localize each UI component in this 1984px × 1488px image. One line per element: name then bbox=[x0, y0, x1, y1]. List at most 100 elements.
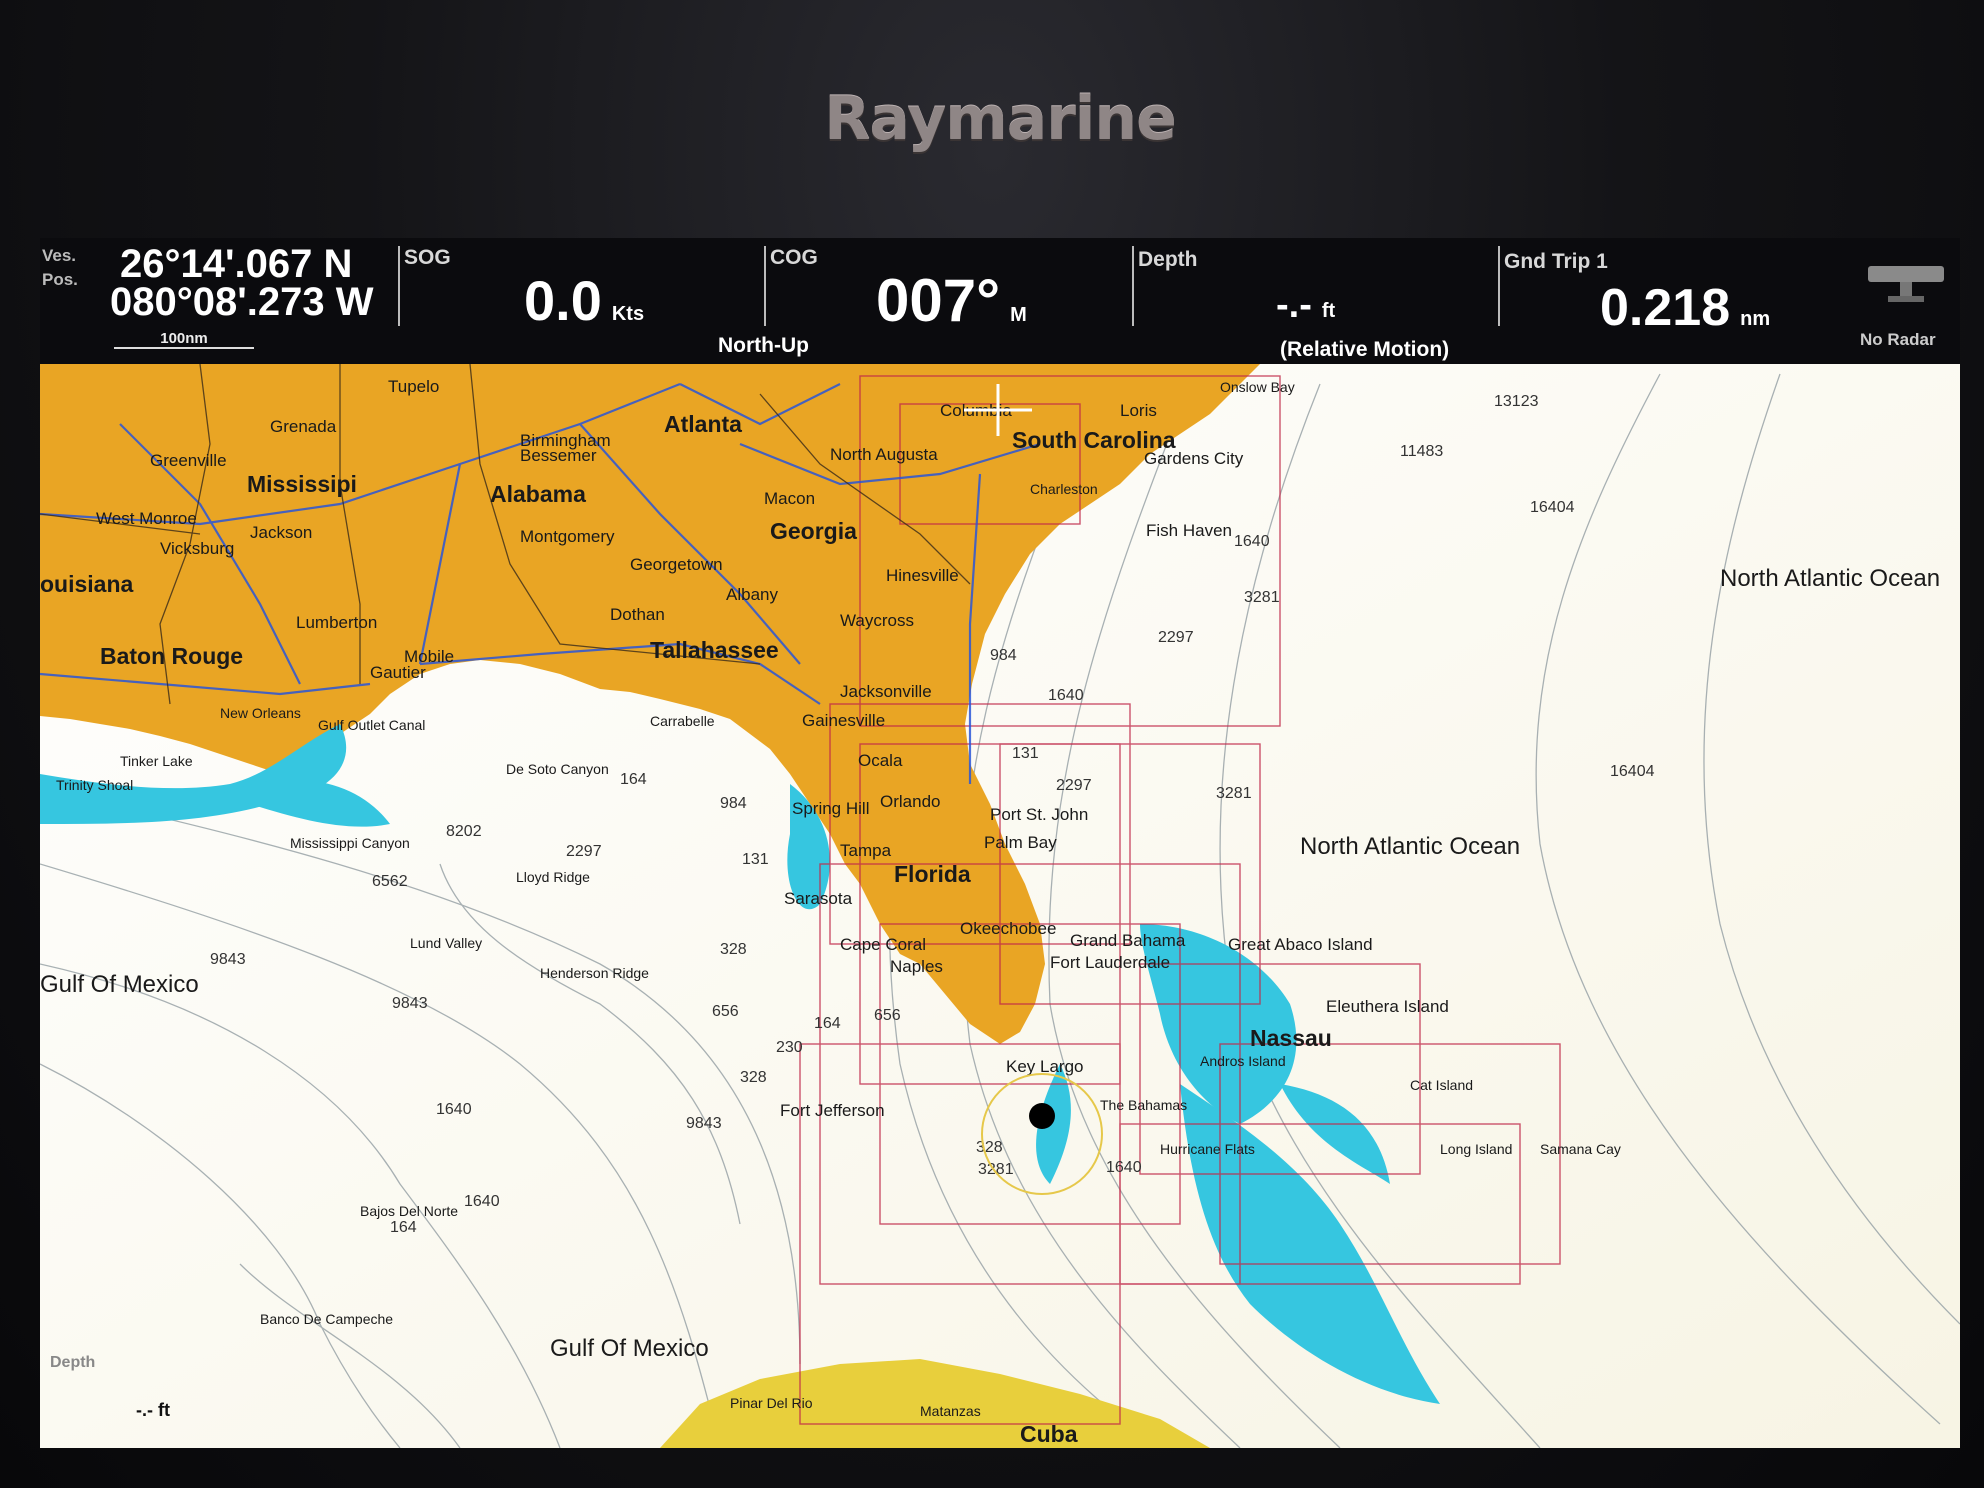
state-label: Alabama bbox=[490, 481, 586, 507]
city-label: Albany bbox=[726, 585, 778, 604]
state-label: Mississipi bbox=[247, 471, 357, 497]
city-label: Eleuthera Island bbox=[1326, 997, 1449, 1016]
city-label: Tallahassee bbox=[650, 637, 779, 663]
city-label: Bessemer bbox=[520, 446, 597, 465]
city-label: Matanzas bbox=[920, 1403, 981, 1419]
depth-sounding: 164 bbox=[620, 771, 647, 788]
cog-label: COG bbox=[770, 246, 818, 269]
depth-sounding: 3281 bbox=[1244, 589, 1280, 606]
longitude-value: 080°08'.273 W bbox=[110, 280, 374, 324]
depth-sounding: 328 bbox=[976, 1139, 1003, 1156]
city-label: Gardens City bbox=[1144, 449, 1244, 468]
chart-view[interactable]: Mississipi Alabama Georgia South Carolin… bbox=[40, 363, 1960, 1448]
depth-sounding: 9843 bbox=[210, 951, 246, 968]
bottom-depth-label: Depth bbox=[50, 1354, 96, 1371]
city-label: Macon bbox=[764, 489, 815, 508]
city-label: Grenada bbox=[270, 417, 337, 436]
city-label: Tinker Lake bbox=[120, 753, 193, 769]
position-label: Pos. bbox=[42, 270, 78, 289]
depth-value: -.- bbox=[1276, 284, 1312, 326]
city-label: Naples bbox=[890, 957, 943, 976]
depth-sounding: 3281 bbox=[1216, 785, 1252, 802]
city-label: The Bahamas bbox=[1100, 1097, 1187, 1113]
feature-label: Bajos Del Norte bbox=[360, 1203, 458, 1219]
city-label: Ocala bbox=[858, 751, 903, 770]
city-label: North Augusta bbox=[830, 445, 938, 464]
bottom-depth-readout: -.- ft bbox=[136, 1400, 170, 1421]
sog-value: 0.0 bbox=[524, 269, 602, 332]
city-label: Baton Rouge bbox=[100, 643, 243, 669]
divider bbox=[398, 246, 400, 326]
depth-sounding: 984 bbox=[720, 795, 747, 812]
bottom-depth-unit: ft bbox=[158, 1400, 171, 1420]
depth-sounding: 9843 bbox=[686, 1115, 722, 1132]
city-label: Hurricane Flats bbox=[1160, 1141, 1255, 1157]
depth-sounding: 656 bbox=[874, 1007, 901, 1024]
ocean-label: Gulf Of Mexico bbox=[550, 1335, 709, 1362]
city-label: Loris bbox=[1120, 401, 1157, 420]
radar-icon[interactable] bbox=[1866, 258, 1946, 318]
motion-mode-button[interactable]: (Relative Motion) bbox=[1280, 338, 1449, 362]
radar-icon-graphic bbox=[1868, 266, 1944, 302]
feature-label: Banco De Campeche bbox=[260, 1311, 393, 1327]
city-label: Okeechobee bbox=[960, 919, 1056, 938]
divider bbox=[764, 246, 766, 326]
city-label: Atlanta bbox=[664, 411, 742, 437]
depth-sounding: 2297 bbox=[1056, 777, 1092, 794]
state-label: Georgia bbox=[770, 518, 857, 544]
depth-sounding: 984 bbox=[990, 647, 1017, 664]
depth-sounding: 3281 bbox=[978, 1161, 1014, 1178]
ocean-label: North Atlantic Ocean bbox=[1720, 565, 1940, 592]
city-label: Gainesville bbox=[802, 711, 885, 730]
city-label: Dothan bbox=[610, 605, 665, 624]
city-label: Hinesville bbox=[886, 566, 959, 585]
city-label: Nassau bbox=[1250, 1025, 1332, 1051]
city-label: Greenville bbox=[150, 451, 227, 470]
depth-sounding: 11483 bbox=[1400, 443, 1443, 460]
city-label: Cat Island bbox=[1410, 1077, 1473, 1093]
brand-logo: Raymarine bbox=[824, 84, 1177, 154]
depth-sounding: 656 bbox=[712, 1003, 739, 1020]
trip-unit: nm bbox=[1740, 308, 1771, 330]
ocean-label: Gulf Of Mexico bbox=[40, 971, 199, 998]
depth-sounding: 9843 bbox=[392, 995, 428, 1012]
city-label: New Orleans bbox=[220, 705, 301, 721]
depth-label: Depth bbox=[1138, 248, 1198, 271]
vessel-position-marker[interactable] bbox=[1029, 1103, 1055, 1129]
city-label: Vicksburg bbox=[160, 539, 234, 558]
depth-sounding: 1640 bbox=[1234, 533, 1270, 550]
city-label: Sarasota bbox=[784, 889, 853, 908]
depth-sounding: 131 bbox=[1012, 745, 1039, 762]
cog-readout: 007° M bbox=[876, 266, 1027, 335]
city-label: Gautier bbox=[370, 663, 426, 682]
city-label: Gulf Outlet Canal bbox=[318, 717, 425, 733]
city-label: Jackson bbox=[250, 523, 312, 542]
city-label: Spring Hill bbox=[792, 799, 869, 818]
device-bezel: Raymarine Ves. Pos. 26°14'.067 N 080°08'… bbox=[0, 0, 1984, 1488]
depth-sounding: 2297 bbox=[566, 843, 602, 860]
city-label: Georgetown bbox=[630, 555, 723, 574]
city-label: Port St. John bbox=[990, 805, 1088, 824]
depth-sounding: 8202 bbox=[446, 823, 482, 840]
depth-sounding: 164 bbox=[814, 1015, 841, 1032]
state-label: ouisiana bbox=[40, 571, 134, 597]
depth-sounding: 230 bbox=[776, 1039, 803, 1056]
sog-label: SOG bbox=[404, 246, 451, 269]
cog-value: 007° bbox=[876, 267, 1001, 334]
city-label: Samana Cay bbox=[1540, 1141, 1621, 1157]
vessel-label: Ves. bbox=[42, 246, 77, 265]
sog-readout: 0.0 Kts bbox=[524, 268, 644, 333]
feature-label: Henderson Ridge bbox=[540, 965, 649, 981]
city-label: Onslow Bay bbox=[1220, 379, 1295, 395]
feature-label: Mississippi Canyon bbox=[290, 835, 410, 851]
radar-status: No Radar bbox=[1860, 330, 1936, 349]
state-label: Florida bbox=[894, 861, 971, 887]
data-bar: Ves. Pos. 26°14'.067 N 080°08'.273 W 100… bbox=[40, 238, 1960, 364]
city-label: Lumberton bbox=[296, 613, 377, 632]
orientation-mode-button[interactable]: North-Up bbox=[718, 334, 809, 358]
depth-sounding: 164 bbox=[390, 1219, 417, 1236]
depth-sounding: 13123 bbox=[1494, 393, 1539, 410]
city-label: Trinity Shoal bbox=[56, 777, 133, 793]
depth-sounding: 16404 bbox=[1610, 763, 1655, 780]
city-label: Jacksonville bbox=[840, 682, 932, 701]
